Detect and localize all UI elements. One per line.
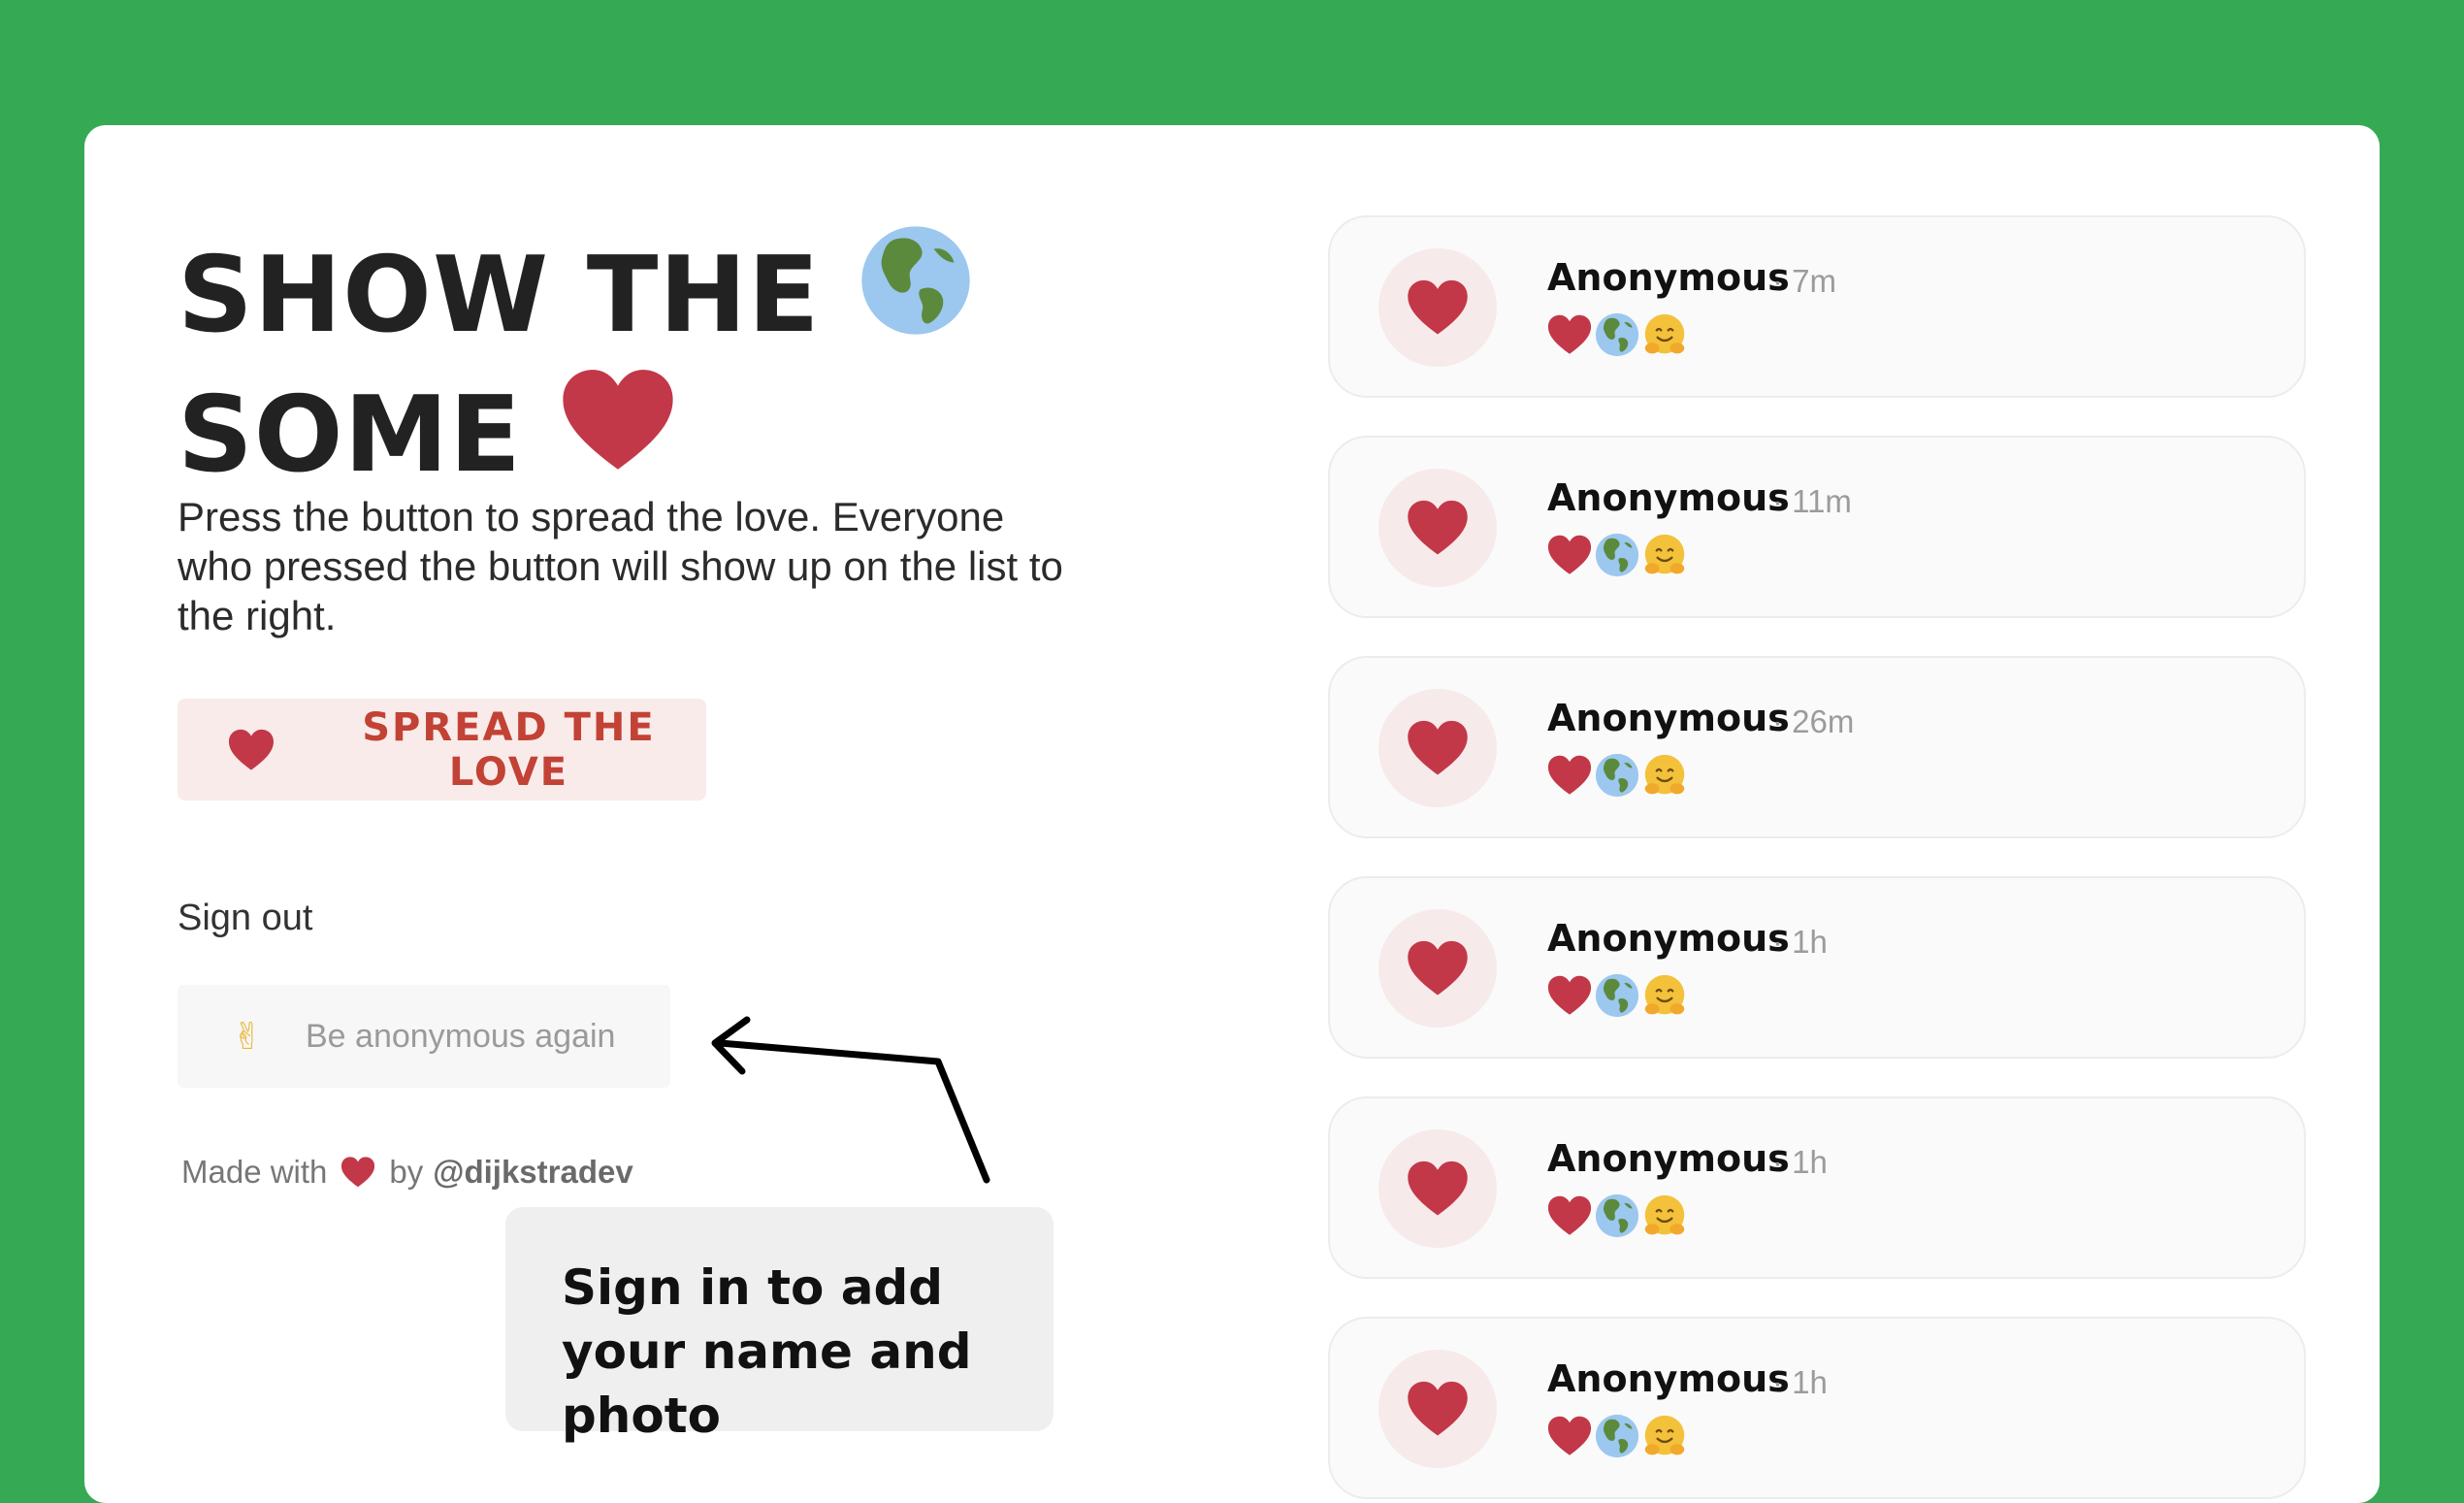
heart-icon	[1407, 720, 1469, 776]
feed-item-time: · 1h	[1772, 1144, 1828, 1180]
sign-in-callout: Sign in to add your name and photo	[505, 1207, 1054, 1444]
feed-item-name: Anonymous	[1547, 476, 1790, 519]
feed-item-emojis	[1547, 312, 1690, 357]
feed-item-time: · 26m	[1772, 703, 1855, 739]
globe-icon	[859, 224, 972, 368]
feed-item-emojis	[1547, 753, 1690, 798]
heart-icon	[1407, 1160, 1469, 1217]
heart-icon	[561, 368, 675, 504]
avatar	[1378, 469, 1497, 587]
feed-item: Anonymous · 11m	[1328, 436, 2306, 618]
feed-item-name: Anonymous	[1547, 697, 1790, 739]
hugging-face-icon	[1642, 1414, 1687, 1458]
heart-icon	[1407, 1381, 1469, 1437]
feed-item: Anonymous · 1h	[1328, 1317, 2306, 1499]
spread-button-label: SPREAD THE LOVE	[362, 704, 656, 795]
globe-icon	[1595, 973, 1639, 1018]
feed-item: Anonymous · 1h	[1328, 1096, 2306, 1279]
feed-item-name: Anonymous	[1547, 917, 1790, 960]
feed-item-name: Anonymous	[1547, 256, 1790, 299]
spread-the-love-button[interactable]: SPREAD THE LOVE	[178, 699, 706, 801]
heart-icon	[1407, 500, 1469, 556]
victory-hand-icon: ✌	[232, 1015, 263, 1058]
hugging-face-icon	[1642, 312, 1687, 357]
heart-icon	[340, 1157, 375, 1188]
be-anonymous-label: Be anonymous again	[306, 1017, 616, 1055]
callout-text: Sign in to add your name and photo	[562, 1259, 972, 1444]
be-anonymous-button[interactable]: ✌ Be anonymous again	[178, 985, 670, 1088]
feed-item-emojis	[1547, 1193, 1690, 1238]
footer: Made with by @dijkstradev	[181, 1154, 633, 1191]
globe-icon	[1595, 312, 1639, 357]
globe-icon	[1595, 1193, 1639, 1238]
hugging-face-icon	[1642, 973, 1687, 1018]
sign-out-link[interactable]: Sign out	[178, 898, 312, 939]
avatar	[1378, 909, 1497, 1028]
heart-icon	[1407, 940, 1469, 997]
avatar	[1378, 248, 1497, 367]
feed-item: Anonymous · 1h	[1328, 876, 2306, 1059]
heart-icon	[1547, 753, 1592, 798]
feed-item-emojis	[1547, 973, 1690, 1018]
heart-icon	[1547, 1193, 1592, 1238]
avatar	[1378, 1129, 1497, 1248]
footer-made-with: Made with	[181, 1154, 328, 1190]
feed-item-name: Anonymous	[1547, 1137, 1790, 1180]
heart-icon	[1547, 533, 1592, 577]
heart-icon	[1407, 279, 1469, 336]
hugging-face-icon	[1642, 1193, 1687, 1238]
heart-icon	[228, 728, 275, 772]
feed-item: Anonymous · 26m	[1328, 656, 2306, 838]
feed-item-time: · 1h	[1772, 1364, 1828, 1400]
avatar	[1378, 1350, 1497, 1468]
hugging-face-icon	[1642, 753, 1687, 798]
avatar	[1378, 689, 1497, 807]
globe-icon	[1595, 1414, 1639, 1458]
description: Press the button to spread the love. Eve…	[178, 494, 1063, 638]
title-line-2: SOME	[178, 375, 522, 496]
globe-icon	[1595, 533, 1639, 577]
globe-icon	[1595, 753, 1639, 798]
heart-icon	[1547, 973, 1592, 1018]
feed-item-emojis	[1547, 533, 1690, 577]
page-title: SHOW THE SOME	[178, 224, 972, 504]
feed-item-name: Anonymous	[1547, 1357, 1790, 1400]
feed-item-time: · 7m	[1772, 263, 1836, 299]
footer-by: by	[389, 1154, 424, 1190]
main-card: SHOW THE SOME Press the button to spread…	[84, 125, 2380, 1503]
heart-icon	[1547, 312, 1592, 357]
feed-item-emojis	[1547, 1414, 1690, 1458]
feed-item-time: · 11m	[1772, 483, 1852, 519]
feed-item: Anonymous · 7m	[1328, 215, 2306, 398]
heart-icon	[1547, 1414, 1592, 1458]
hugging-face-icon	[1642, 533, 1687, 577]
author-link[interactable]: @dijkstradev	[433, 1154, 632, 1191]
title-line-1: SHOW THE	[178, 235, 821, 356]
feed-item-time: · 1h	[1772, 924, 1828, 960]
